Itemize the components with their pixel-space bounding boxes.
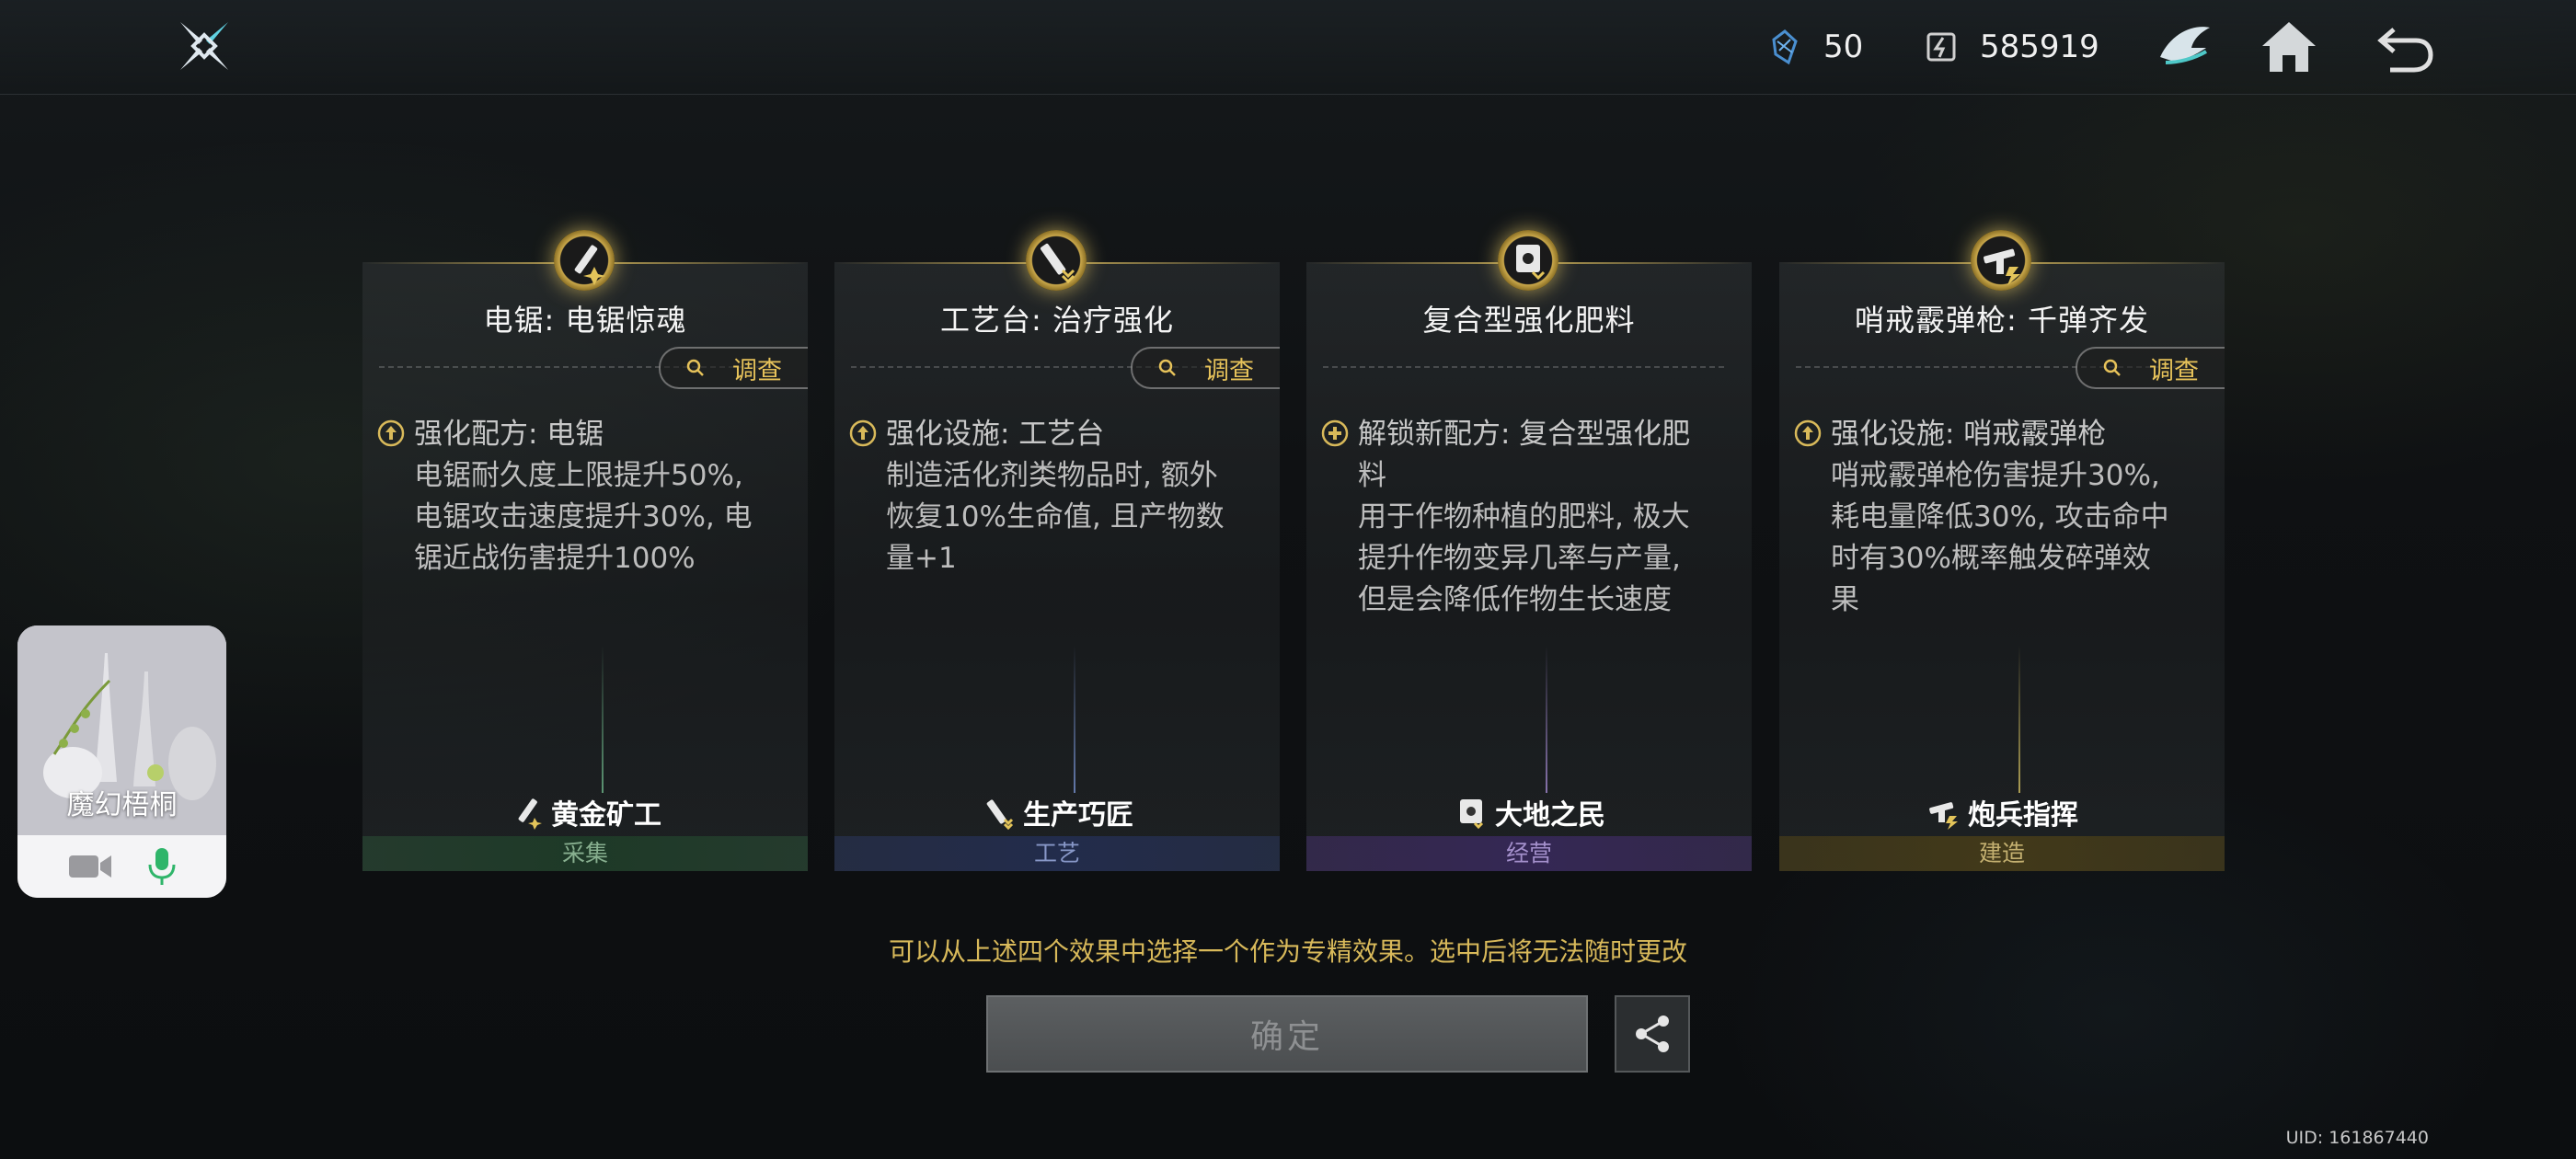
- investigate-label: 调查: [732, 356, 782, 385]
- energy-resource[interactable]: 50: [1766, 26, 1863, 68]
- effect-description: 强化设施: 哨戒霰弹枪 哨戒霰弹枪伤害提升30%, 耗电量降低30%, 攻击命中…: [1794, 414, 2199, 621]
- voice-call-widget[interactable]: 魔幻梧桐: [17, 625, 226, 898]
- currency-resource[interactable]: 585919: [1923, 26, 2099, 68]
- effect-line: 但是会降低作物生长速度: [1358, 583, 1672, 616]
- upgrade-arrow-icon: [849, 419, 877, 447]
- glow-line: [2018, 646, 2020, 793]
- effect-head: 强化配方: 电锯: [414, 418, 604, 451]
- selection-notice: 可以从上述四个效果中选择一个作为专精效果。选中后将无法随时更改: [888, 936, 1687, 967]
- effect-head: 强化设施: 工艺台: [886, 418, 1105, 451]
- effect-card-shotgun[interactable]: 哨戒霰弹枪: 千弹齐发 调查 强化设施: 哨戒霰弹枪 哨戒霰弹枪伤害提升30%,…: [1779, 262, 2225, 871]
- effect-line: 恢复10%生命值, 且产物数: [886, 500, 1225, 534]
- effect-description: 解锁新配方: 复合型强化肥 料 用于作物种植的肥料, 极大 提升作物变异几率与产…: [1321, 414, 1726, 621]
- production-craftsman-icon: [986, 799, 1014, 831]
- share-icon: [1636, 1016, 1669, 1052]
- effect-card-chainsaw[interactable]: 电锯: 电锯惊魂 调查 强化配方: 电锯 电锯耐久度上限提升50%, 电锯攻击速…: [362, 262, 808, 871]
- craft-table-emblem-icon: [1026, 230, 1087, 291]
- effect-card-fertilizer[interactable]: 复合型强化肥料 解锁新配方: 复合型强化肥 料 用于作物种植的肥料, 极大 提升…: [1306, 262, 1752, 871]
- video-camera-icon[interactable]: [67, 850, 113, 883]
- caller-name: 魔幻梧桐: [66, 789, 178, 821]
- card-title: 复合型强化肥料: [1422, 303, 1636, 338]
- role-name: 大地之民: [1495, 799, 1605, 832]
- investigate-label: 调查: [1204, 356, 1254, 385]
- effect-description: 强化配方: 电锯 电锯耐久度上限提升50%, 电锯攻击速度提升30%, 电 锯近…: [377, 414, 782, 580]
- back-icon[interactable]: [2372, 15, 2436, 79]
- home-icon[interactable]: [2257, 15, 2321, 79]
- effect-line: 哨戒霰弹枪伤害提升30%,: [1831, 459, 2160, 492]
- effect-card-craft-table[interactable]: 工艺台: 治疗强化 调查 强化设施: 工艺台 制造活化剂类物品时, 额外 恢复1…: [834, 262, 1280, 871]
- role-name: 炮兵指挥: [1968, 799, 2078, 832]
- effect-head: 解锁新配方: 复合型强化肥: [1358, 418, 1691, 451]
- investigate-label: 调查: [2149, 356, 2199, 385]
- effect-line: 锯近战伤害提升100%: [414, 542, 696, 575]
- effect-line: 量+1: [886, 542, 957, 575]
- investigate-button[interactable]: 调查: [2076, 347, 2225, 389]
- share-button[interactable]: [1615, 995, 1690, 1073]
- upgrade-arrow-icon: [1794, 419, 1822, 447]
- category-bar: 建造: [1779, 836, 2225, 871]
- category-bar: 经营: [1306, 836, 1752, 871]
- rank-emblem-icon[interactable]: [2153, 15, 2217, 79]
- game-logo-icon: [180, 22, 228, 70]
- energy-crystal-icon: [1772, 29, 1798, 65]
- top-bar: 50 585919: [0, 0, 2576, 95]
- effect-line: 用于作物种植的肥料, 极大: [1358, 500, 1690, 534]
- energy-value: 50: [1823, 29, 1864, 65]
- search-icon: [1158, 359, 1176, 376]
- effect-line: 提升作物变异几率与产量,: [1358, 542, 1681, 575]
- effect-line: 料: [1358, 459, 1386, 492]
- category-bar: 工艺: [834, 836, 1280, 871]
- effect-line: 时有30%概率触发碎弹效: [1831, 542, 2151, 575]
- card-title: 哨戒霰弹枪: 千弹齐发: [1855, 303, 2149, 338]
- category-bar: 采集: [362, 836, 808, 871]
- effect-line: 果: [1831, 583, 1859, 616]
- fertilizer-emblem-icon: [1498, 230, 1558, 291]
- effect-line: 耗电量降低30%, 攻击命中: [1831, 500, 2169, 534]
- currency-icon: [1926, 32, 1956, 62]
- chainsaw-emblem-icon: [554, 230, 615, 291]
- gold-miner-icon: [518, 798, 542, 830]
- role-label: 生产巧匠: [834, 792, 1280, 832]
- role-label: 炮兵指挥: [1779, 792, 2225, 832]
- confirm-button[interactable]: 确定: [986, 995, 1588, 1073]
- unlock-plus-icon: [1321, 419, 1349, 447]
- investigate-button[interactable]: 调查: [1131, 347, 1280, 389]
- upgrade-arrow-icon: [377, 419, 405, 447]
- effect-head: 强化设施: 哨戒霰弹枪: [1831, 418, 2107, 451]
- role-label: 黄金矿工: [362, 792, 808, 832]
- role-name: 黄金矿工: [551, 799, 661, 832]
- investigate-button[interactable]: 调查: [659, 347, 808, 389]
- effect-line: 电锯耐久度上限提升50%,: [414, 459, 743, 492]
- microphone-icon[interactable]: [146, 846, 178, 887]
- glow-line: [1546, 646, 1547, 793]
- effect-line: 制造活化剂类物品时, 额外: [886, 459, 1218, 492]
- card-title: 电锯: 电锯惊魂: [483, 303, 687, 338]
- glow-line: [1074, 646, 1075, 793]
- game-screen: 50 585919 电锯: 电锯惊魂 调查 强化配方: 电锯 电锯耐久度上限提升…: [0, 0, 2576, 1159]
- glow-line: [602, 646, 604, 793]
- currency-value: 585919: [1980, 29, 2099, 65]
- artillery-commander-icon: [1929, 802, 1958, 830]
- shotgun-emblem-icon: [1971, 230, 2031, 291]
- user-id: UID: 161867440: [2285, 1128, 2429, 1148]
- search-icon: [686, 359, 704, 376]
- earth-folk-icon: [1460, 799, 1484, 830]
- search-icon: [2103, 359, 2121, 376]
- call-controls: [17, 835, 226, 898]
- card-title: 工艺台: 治疗强化: [940, 303, 1174, 338]
- role-name: 生产巧匠: [1023, 799, 1133, 832]
- divider: [1323, 366, 1724, 368]
- effect-description: 强化设施: 工艺台 制造活化剂类物品时, 额外 恢复10%生命值, 且产物数 量…: [849, 414, 1254, 580]
- role-label: 大地之民: [1306, 792, 1752, 832]
- effect-line: 电锯攻击速度提升30%, 电: [414, 500, 753, 534]
